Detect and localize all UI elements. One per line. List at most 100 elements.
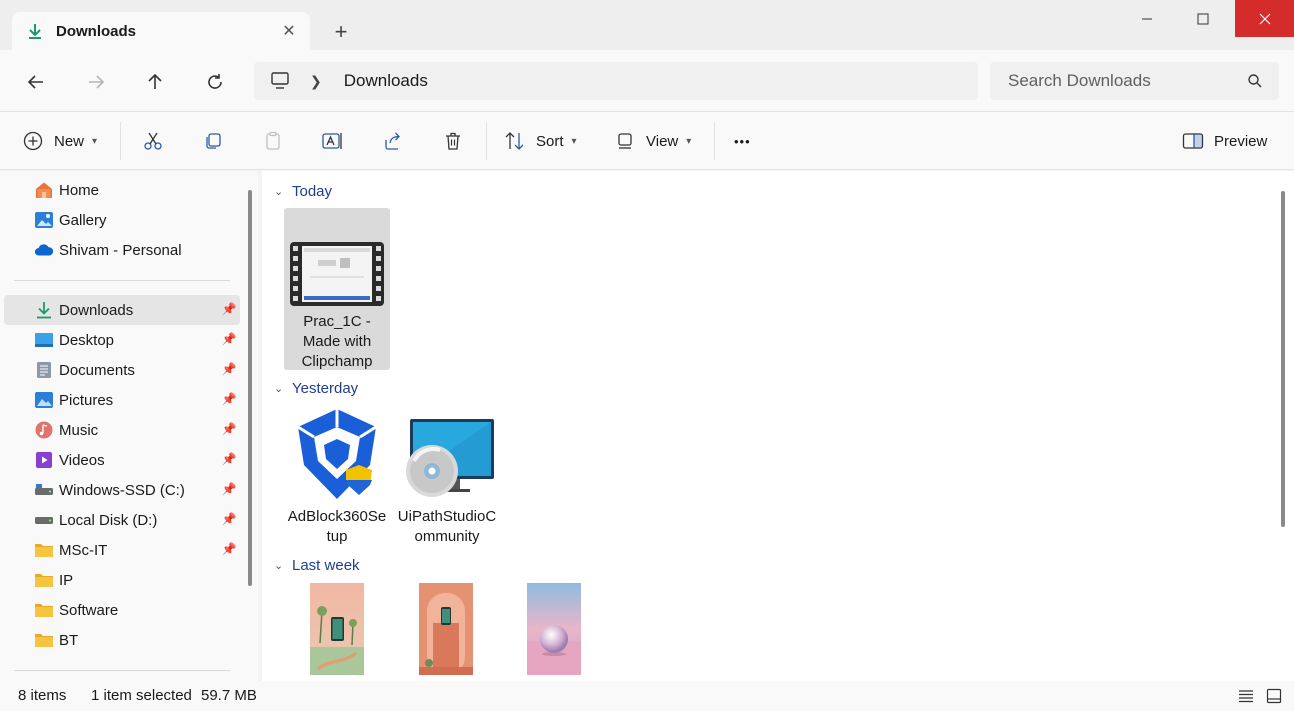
file-item[interactable] <box>501 583 607 679</box>
chevron-down-icon: ⌄ <box>274 185 284 198</box>
breadcrumb-downloads[interactable]: Downloads <box>344 71 428 91</box>
sort-icon <box>504 130 526 152</box>
view-icon <box>614 130 636 152</box>
pin-icon[interactable]: 📌 <box>222 302 237 316</box>
pin-icon[interactable]: 📌 <box>222 542 237 556</box>
rename-icon <box>322 130 344 152</box>
search-icon[interactable] <box>1247 73 1263 93</box>
sidebar-item-ip[interactable]: IP <box>4 565 240 595</box>
gallery-icon <box>34 211 54 229</box>
maximize-button[interactable] <box>1180 0 1226 37</box>
music-icon <box>34 421 54 439</box>
tab-downloads[interactable]: Downloads ✕ <box>12 12 310 50</box>
file-item[interactable]: Prac_1C - Made with Clipchamp <box>284 208 390 370</box>
sidebar-item-software[interactable]: Software <box>4 595 240 625</box>
sidebar-item-music[interactable]: Music 📌 <box>4 415 240 445</box>
refresh-button[interactable] <box>201 68 229 96</box>
sidebar-item-onedrive[interactable]: Shivam - Personal <box>4 235 240 265</box>
share-button[interactable] <box>382 126 404 156</box>
close-tab-icon[interactable]: ✕ <box>280 22 298 40</box>
command-bar: New ▾ Sort ▾ View ▾ ••• Preview <box>0 112 1294 170</box>
group-header-today[interactable]: ⌄ Today <box>274 179 332 203</box>
pin-icon[interactable]: 📌 <box>222 512 237 526</box>
sidebar-item-pictures[interactable]: Pictures 📌 <box>4 385 240 415</box>
folder-icon <box>34 541 54 559</box>
preview-pane-icon <box>1182 130 1204 152</box>
chevron-down-icon: ▾ <box>571 135 577 147</box>
file-item[interactable]: UiPathStudioCommunity <box>394 405 500 545</box>
details-view-icon[interactable] <box>1237 687 1255 705</box>
file-list: ⌄ Today Prac_1C - Made with Clipchamp ⌄ … <box>262 171 1294 681</box>
chevron-right-icon[interactable]: ❯ <box>310 73 322 90</box>
minimize-button[interactable] <box>1124 0 1170 37</box>
sort-button[interactable]: Sort ▾ <box>504 126 577 156</box>
sidebar-item-drive-d[interactable]: Local Disk (D:) 📌 <box>4 505 240 535</box>
close-window-button[interactable] <box>1235 0 1294 37</box>
sidebar-divider <box>14 670 230 671</box>
file-name: AdBlock360Setup <box>287 508 387 545</box>
copy-button[interactable] <box>202 126 224 156</box>
view-label: View <box>646 132 679 150</box>
pin-icon[interactable]: 📌 <box>222 422 237 436</box>
sidebar-item-bt[interactable]: BT <box>4 625 240 655</box>
content-scrollbar[interactable] <box>1281 191 1285 527</box>
sidebar-item-documents[interactable]: Documents 📌 <box>4 355 240 385</box>
folder-icon <box>34 571 54 589</box>
sidebar-item-home[interactable]: Home <box>4 175 240 205</box>
drive-icon <box>34 481 54 499</box>
toolbar-divider <box>486 122 487 160</box>
downloads-icon <box>34 301 54 319</box>
pin-icon[interactable]: 📌 <box>222 392 237 406</box>
file-item[interactable] <box>284 583 390 679</box>
file-item[interactable] <box>393 583 499 679</box>
more-icon: ••• <box>734 133 751 149</box>
sort-label: Sort <box>536 132 564 150</box>
toolbar-divider <box>714 122 715 160</box>
installer-disc-icon <box>400 405 494 503</box>
chevron-down-icon: ▾ <box>92 135 98 147</box>
preview-button[interactable]: Preview <box>1182 126 1267 156</box>
desktop-icon <box>34 331 54 349</box>
chevron-down-icon: ⌄ <box>274 382 284 395</box>
selection-count: 1 item selected <box>91 687 192 704</box>
view-button[interactable]: View ▾ <box>614 126 691 156</box>
folder-icon <box>34 601 54 619</box>
download-icon <box>26 22 44 40</box>
scissors-icon <box>142 130 164 152</box>
breadcrumb[interactable]: ❯ Downloads <box>254 62 978 100</box>
group-header-last-week[interactable]: ⌄ Last week <box>274 553 360 577</box>
paste-button[interactable] <box>262 126 284 156</box>
sidebar-item-downloads[interactable]: Downloads 📌 <box>4 295 240 325</box>
sidebar-item-msc-it[interactable]: MSc-IT 📌 <box>4 535 240 565</box>
sidebar-item-drive-c[interactable]: Windows-SSD (C:) 📌 <box>4 475 240 505</box>
delete-button[interactable] <box>442 126 464 156</box>
sidebar-scrollbar[interactable] <box>248 190 252 586</box>
navigation-pane: Home Gallery Shivam - Personal Downloads… <box>0 171 258 681</box>
back-button[interactable] <box>22 68 50 96</box>
pin-icon[interactable]: 📌 <box>222 452 237 466</box>
new-tab-button[interactable]: + <box>328 19 354 44</box>
search-box[interactable] <box>990 62 1279 100</box>
search-input[interactable] <box>990 62 1240 100</box>
pin-icon[interactable]: 📌 <box>222 482 237 496</box>
pin-icon[interactable]: 📌 <box>222 362 237 376</box>
pin-icon[interactable]: 📌 <box>222 332 237 346</box>
toolbar-divider <box>120 122 121 160</box>
forward-button[interactable] <box>82 68 110 96</box>
tiles-view-icon[interactable] <box>1265 687 1283 705</box>
chevron-down-icon: ⌄ <box>274 559 284 572</box>
folder-icon <box>34 631 54 649</box>
more-options-button[interactable]: ••• <box>734 126 751 156</box>
new-button[interactable]: New ▾ <box>22 126 97 156</box>
file-item[interactable]: AdBlock360Setup <box>284 405 390 545</box>
preview-label: Preview <box>1214 132 1268 150</box>
rename-button[interactable] <box>322 126 344 156</box>
documents-icon <box>34 361 54 379</box>
sidebar-item-desktop[interactable]: Desktop 📌 <box>4 325 240 355</box>
cut-button[interactable] <box>142 126 164 156</box>
up-button[interactable] <box>141 68 169 96</box>
sidebar-item-gallery[interactable]: Gallery <box>4 205 240 235</box>
sidebar-item-videos[interactable]: Videos 📌 <box>4 445 240 475</box>
up-arrow-icon <box>148 73 162 89</box>
group-header-yesterday[interactable]: ⌄ Yesterday <box>274 376 358 400</box>
